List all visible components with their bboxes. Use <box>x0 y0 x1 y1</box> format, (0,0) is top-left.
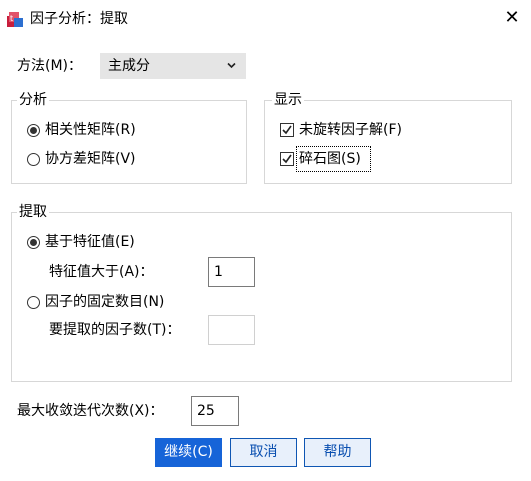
scree-plot-label[interactable]: 碎石图(S) <box>299 149 361 169</box>
analyze-legend: 分析 <box>17 91 49 109</box>
based-on-eigenvalue-radio[interactable] <box>27 236 40 249</box>
covariance-matrix-radio[interactable] <box>27 153 40 166</box>
method-label: 方法(M)： <box>17 58 83 74</box>
continue-button[interactable]: 继续(C) <box>155 438 222 467</box>
extract-legend: 提取 <box>17 203 49 221</box>
eigenvalue-input-value: 1 <box>214 264 223 280</box>
unrotated-solution-checkbox[interactable] <box>280 123 294 137</box>
unrotated-solution-label[interactable]: 未旋转因子解(F) <box>299 120 402 140</box>
svg-text:t: t <box>10 14 13 23</box>
factors-to-extract-input[interactable] <box>208 315 255 345</box>
fixed-number-of-factors-label[interactable]: 因子的固定数目(N) <box>45 292 164 312</box>
help-button[interactable]: 帮助 <box>304 438 371 467</box>
factor-analysis-app-icon: t <box>6 10 24 28</box>
method-dropdown[interactable]: 主成分 <box>100 53 246 79</box>
eigenvalue-greater-than-label: 特征值大于(A)： <box>49 264 154 280</box>
cancel-button[interactable]: 取消 <box>230 438 297 467</box>
checkmark-icon <box>282 125 292 135</box>
based-on-eigenvalue-label[interactable]: 基于特征值(E) <box>45 232 135 252</box>
checkmark-icon <box>282 154 292 164</box>
max-iterations-input[interactable]: 25 <box>191 396 239 426</box>
covariance-matrix-label[interactable]: 协方差矩阵(V) <box>45 149 136 169</box>
scree-plot-checkbox[interactable] <box>280 152 294 166</box>
max-iterations-label: 最大收敛迭代次数(X)： <box>17 403 164 419</box>
analyze-group <box>11 100 247 184</box>
window-title: 因子分析：提取 <box>30 11 128 27</box>
correlation-matrix-label[interactable]: 相关性矩阵(R) <box>45 120 136 140</box>
max-iterations-value: 25 <box>197 403 215 419</box>
close-icon[interactable]: ✕ <box>500 6 524 30</box>
correlation-matrix-radio[interactable] <box>27 124 40 137</box>
fixed-number-of-factors-radio[interactable] <box>27 296 40 309</box>
factors-to-extract-label: 要提取的因子数(T)： <box>49 322 181 338</box>
display-legend: 显示 <box>272 91 304 109</box>
eigenvalue-input[interactable]: 1 <box>208 257 255 287</box>
method-selected-value: 主成分 <box>108 58 150 74</box>
chevron-down-icon <box>227 62 236 69</box>
